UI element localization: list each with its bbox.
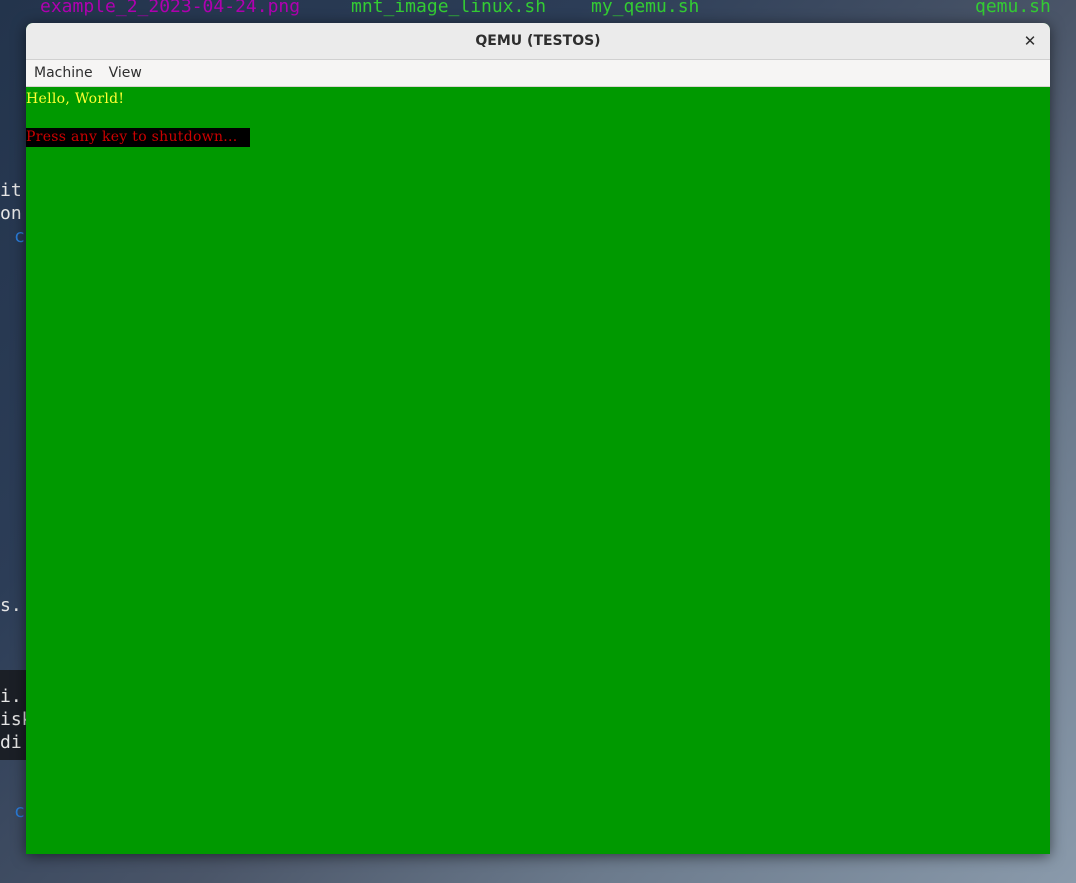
menu-view[interactable]: View [101, 65, 150, 81]
menubar: Machine View [26, 60, 1050, 87]
terminal-fragment: c [14, 801, 25, 822]
terminal-fragment: di [0, 732, 22, 753]
close-button[interactable]: ✕ [1020, 31, 1040, 51]
vm-output-hello: Hello, World! [26, 91, 125, 107]
terminal-fragment: it [0, 180, 22, 201]
window-titlebar[interactable]: QEMU (TESTOS) ✕ [26, 23, 1050, 60]
terminal-file-png: example_2_2023-04-24.png [40, 0, 301, 17]
vm-display[interactable]: Hello, World! Press any key to shutdown.… [26, 87, 1050, 854]
terminal-file-mnt-script: mnt_image_linux.sh [351, 0, 547, 17]
window-title: QEMU (TESTOS) [475, 33, 601, 49]
terminal-file-qemu-script: qemu.sh [975, 0, 1051, 17]
terminal-fragment: on [0, 203, 22, 224]
vm-output-shutdown-prompt: Press any key to shutdown... [26, 128, 250, 147]
qemu-window: QEMU (TESTOS) ✕ Machine View Hello, Worl… [26, 23, 1050, 854]
terminal-file-my-qemu-script: my_qemu.sh [591, 0, 700, 17]
close-icon: ✕ [1023, 32, 1037, 50]
terminal-file-listing: example_2_2023-04-24.png mnt_image_linux… [0, 0, 1076, 22]
menu-machine[interactable]: Machine [26, 65, 101, 81]
terminal-fragment: s. [0, 595, 22, 616]
terminal-fragment: i. [0, 686, 22, 707]
terminal-fragment: c [14, 226, 25, 247]
